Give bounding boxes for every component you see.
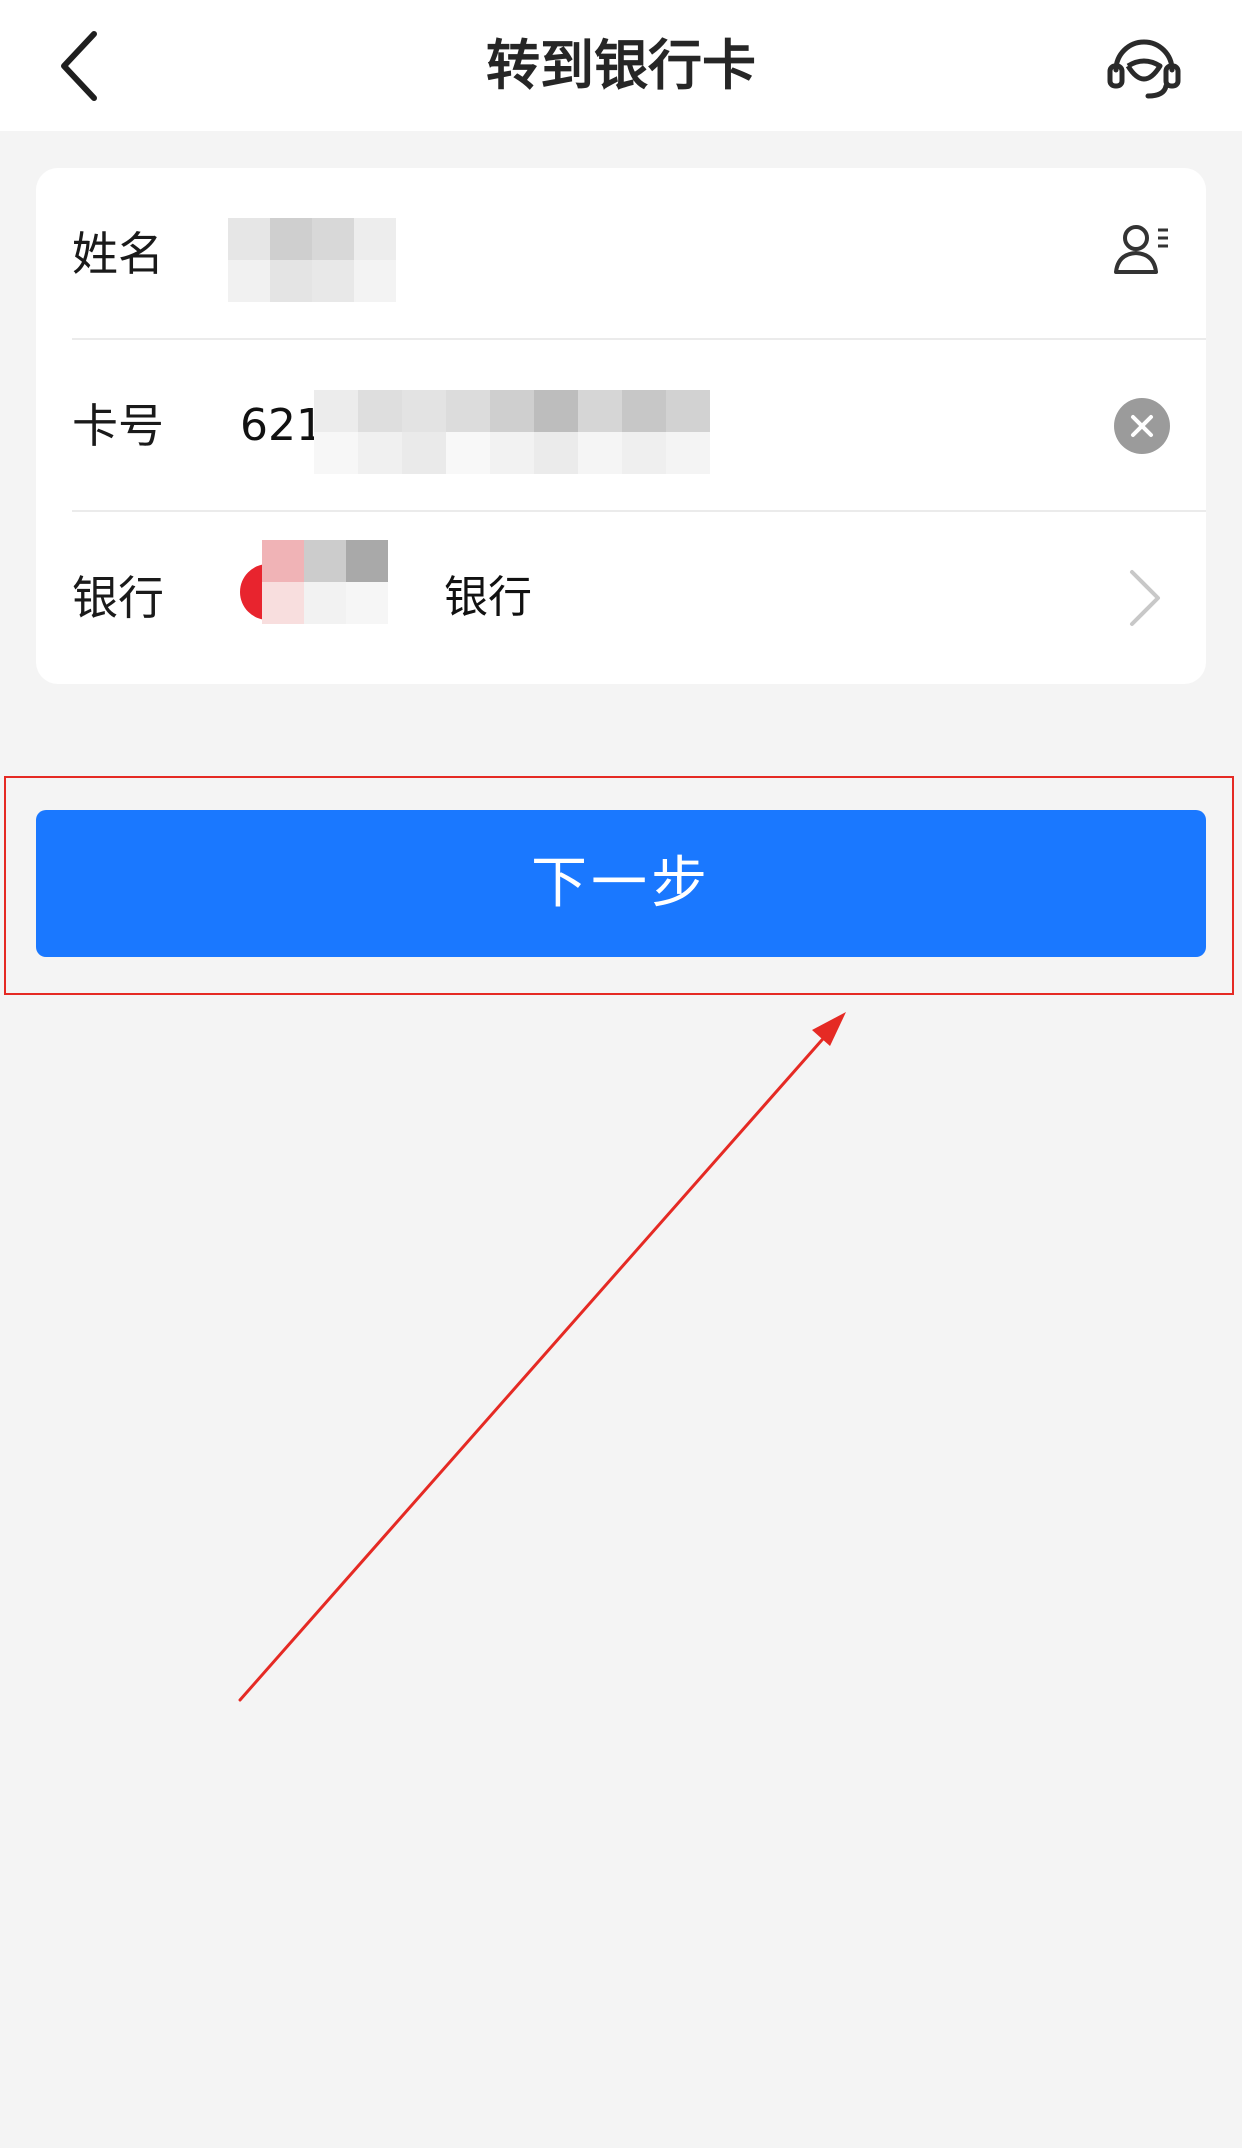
bank-name-suffix: 银行 xyxy=(444,572,532,623)
bank-name-redacted xyxy=(262,540,388,624)
contact-book-icon xyxy=(1114,225,1168,274)
bank-label: 银行 xyxy=(72,571,164,625)
card-number-row[interactable]: 卡号 621 xyxy=(36,340,1206,512)
card-number-input[interactable]: 621 xyxy=(240,340,324,512)
customer-service-button[interactable] xyxy=(1106,30,1182,102)
chevron-left-icon xyxy=(61,31,97,101)
card-number-redacted xyxy=(314,390,710,474)
page-title: 转到银行卡 xyxy=(486,34,756,97)
next-step-button[interactable]: 下一步 xyxy=(36,810,1206,957)
nav-bar: 转到银行卡 xyxy=(0,0,1242,131)
back-button[interactable] xyxy=(50,28,120,104)
select-bank-button[interactable] xyxy=(1120,564,1170,632)
clear-card-number-button[interactable] xyxy=(1114,398,1170,454)
card-number-label: 卡号 xyxy=(72,399,164,453)
headset-icon xyxy=(1107,39,1181,99)
name-row[interactable]: 姓名 xyxy=(36,168,1206,340)
chevron-right-icon xyxy=(1130,570,1160,626)
name-value-redacted xyxy=(228,218,396,302)
name-label: 姓名 xyxy=(72,227,164,281)
bank-row[interactable]: 银行 银行 xyxy=(36,512,1206,684)
clear-icon xyxy=(1131,415,1153,437)
select-contact-button[interactable] xyxy=(1112,220,1172,282)
transfer-form-card: 姓名 卡号 621 银行 银行 xyxy=(36,168,1206,684)
